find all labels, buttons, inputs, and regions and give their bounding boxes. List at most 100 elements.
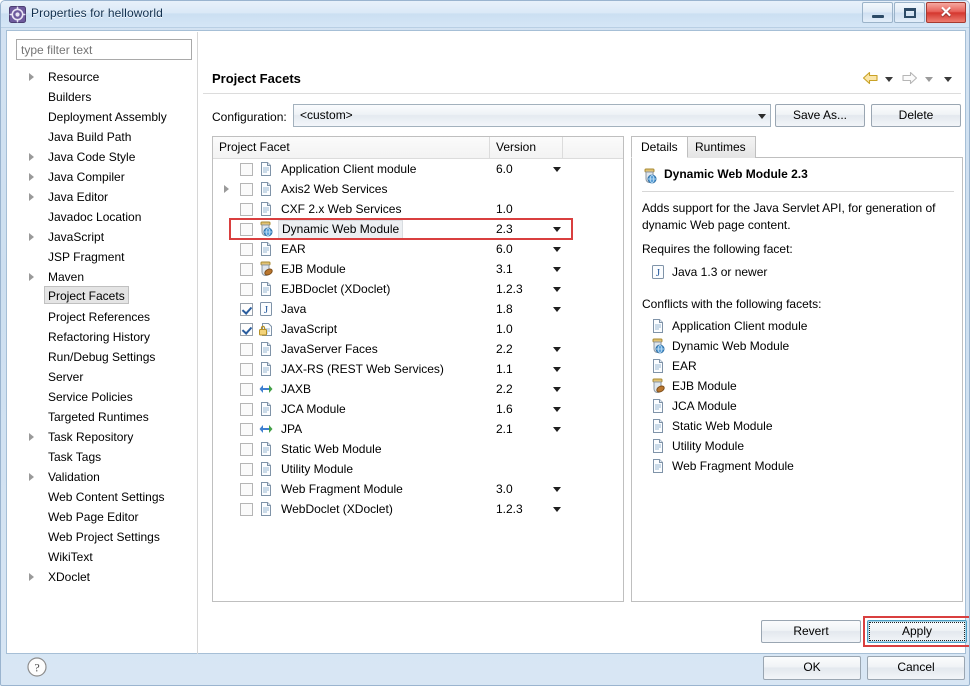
version-dropdown-icon[interactable]: [553, 307, 561, 312]
facet-checkbox[interactable]: [240, 363, 253, 376]
expand-arrow-icon[interactable]: [29, 73, 34, 81]
table-row[interactable]: Axis2 Web Services: [213, 179, 623, 199]
sidebar-item-java-code-style[interactable]: Java Code Style: [11, 147, 192, 167]
ok-button[interactable]: OK: [763, 656, 861, 680]
expand-arrow-icon[interactable]: [29, 193, 34, 201]
facet-checkbox[interactable]: [240, 383, 253, 396]
version-dropdown-icon[interactable]: [553, 247, 561, 252]
facet-checkbox[interactable]: [240, 243, 253, 256]
minimize-button[interactable]: [862, 2, 893, 23]
forward-history-dropdown-icon[interactable]: [924, 77, 933, 82]
version-dropdown-icon[interactable]: [553, 487, 561, 492]
table-row[interactable]: Web Fragment Module 3.0: [213, 479, 623, 499]
cancel-button[interactable]: Cancel: [867, 656, 965, 680]
back-history-dropdown-icon[interactable]: [884, 77, 893, 82]
table-row[interactable]: EAR 6.0: [213, 239, 623, 259]
project-facets-table[interactable]: Project Facet Version Application Client…: [212, 136, 624, 602]
sidebar-item-server[interactable]: Server: [11, 367, 192, 387]
facet-checkbox[interactable]: [240, 343, 253, 356]
facet-checkbox[interactable]: [240, 303, 253, 316]
sidebar-item-task-repository[interactable]: Task Repository: [11, 427, 192, 447]
sidebar-item-deployment-assembly[interactable]: Deployment Assembly: [11, 107, 192, 127]
expand-arrow-icon[interactable]: [29, 153, 34, 161]
sidebar-item-web-page-editor[interactable]: Web Page Editor: [11, 507, 192, 527]
sidebar-item-wikitext[interactable]: WikiText: [11, 547, 192, 567]
view-menu-icon[interactable]: [944, 77, 952, 82]
version-dropdown-icon[interactable]: [553, 387, 561, 392]
table-row[interactable]: EJBDoclet (XDoclet) 1.2.3: [213, 279, 623, 299]
sidebar-item-java-build-path[interactable]: Java Build Path: [11, 127, 192, 147]
back-arrow-icon[interactable]: [862, 71, 879, 88]
tab-runtimes[interactable]: Runtimes: [685, 136, 756, 158]
expand-arrow-icon[interactable]: [29, 573, 34, 581]
facet-checkbox[interactable]: [240, 443, 253, 456]
expand-arrow-icon[interactable]: [29, 433, 34, 441]
sidebar-item-web-content-settings[interactable]: Web Content Settings: [11, 487, 192, 507]
facet-checkbox[interactable]: [240, 263, 253, 276]
sidebar-item-java-compiler[interactable]: Java Compiler: [11, 167, 192, 187]
version-dropdown-icon[interactable]: [553, 347, 561, 352]
facet-checkbox[interactable]: [240, 163, 253, 176]
facet-checkbox[interactable]: [240, 183, 253, 196]
table-row[interactable]: JPA 2.1: [213, 419, 623, 439]
sidebar-item-service-policies[interactable]: Service Policies: [11, 387, 192, 407]
sidebar-item-refactoring-history[interactable]: Refactoring History: [11, 327, 192, 347]
tab-details[interactable]: Details: [631, 136, 688, 158]
table-row[interactable]: JCA Module 1.6: [213, 399, 623, 419]
facet-checkbox[interactable]: [240, 463, 253, 476]
save-as-button[interactable]: Save As...: [775, 104, 865, 127]
expand-arrow-icon[interactable]: [29, 473, 34, 481]
table-row[interactable]: JAX-RS (REST Web Services) 1.1: [213, 359, 623, 379]
sidebar-item-task-tags[interactable]: Task Tags: [11, 447, 192, 467]
delete-button[interactable]: Delete: [871, 104, 961, 127]
version-dropdown-icon[interactable]: [553, 427, 561, 432]
table-row[interactable]: Utility Module: [213, 459, 623, 479]
sidebar-item-java-editor[interactable]: Java Editor: [11, 187, 192, 207]
maximize-button[interactable]: [894, 2, 925, 23]
table-row[interactable]: J Java 1.8: [213, 299, 623, 319]
table-row[interactable]: JavaServer Faces 2.2: [213, 339, 623, 359]
version-dropdown-icon[interactable]: [553, 367, 561, 372]
sidebar-item-jsp-fragment[interactable]: JSP Fragment: [11, 247, 192, 267]
version-dropdown-icon[interactable]: [553, 227, 561, 232]
sidebar-item-targeted-runtimes[interactable]: Targeted Runtimes: [11, 407, 192, 427]
close-button[interactable]: ✕: [926, 2, 966, 23]
sidebar-item-run-debug-settings[interactable]: Run/Debug Settings: [11, 347, 192, 367]
sidebar-item-validation[interactable]: Validation: [11, 467, 192, 487]
table-row[interactable]: JavaScript 1.0: [213, 319, 623, 339]
version-dropdown-icon[interactable]: [553, 507, 561, 512]
sidebar-item-javascript[interactable]: JavaScript: [11, 227, 192, 247]
sidebar-item-project-facets[interactable]: Project Facets: [11, 286, 192, 307]
settings-navigation-tree[interactable]: Resource Builders Deployment Assembly Java …: [11, 67, 192, 632]
expand-arrow-icon[interactable]: [29, 173, 34, 181]
table-row[interactable]: WebDoclet (XDoclet) 1.2.3: [213, 499, 623, 519]
table-row[interactable]: JAXB 2.2: [213, 379, 623, 399]
version-dropdown-icon[interactable]: [553, 167, 561, 172]
sidebar-item-web-project-settings[interactable]: Web Project Settings: [11, 527, 192, 547]
sidebar-item-resource[interactable]: Resource: [11, 67, 192, 87]
revert-button[interactable]: Revert: [761, 620, 861, 643]
table-row[interactable]: Application Client module 6.0: [213, 159, 623, 179]
sidebar-item-project-references[interactable]: Project References: [11, 307, 192, 327]
sidebar-item-builders[interactable]: Builders: [11, 87, 192, 107]
facet-checkbox[interactable]: [240, 403, 253, 416]
expand-arrow-icon[interactable]: [29, 273, 34, 281]
facet-checkbox[interactable]: [240, 483, 253, 496]
version-dropdown-icon[interactable]: [553, 407, 561, 412]
table-row[interactable]: EJB Module 3.1: [213, 259, 623, 279]
sidebar-item-javadoc-location[interactable]: Javadoc Location: [11, 207, 192, 227]
expand-arrow-icon[interactable]: [29, 233, 34, 241]
filter-input[interactable]: [16, 39, 192, 60]
facet-checkbox[interactable]: [240, 503, 253, 516]
version-dropdown-icon[interactable]: [553, 267, 561, 272]
expand-arrow-icon[interactable]: [224, 185, 229, 193]
table-row[interactable]: Static Web Module: [213, 439, 623, 459]
facet-checkbox[interactable]: [240, 423, 253, 436]
facet-checkbox[interactable]: [240, 203, 253, 216]
facet-checkbox[interactable]: [240, 223, 253, 236]
facet-checkbox[interactable]: [240, 283, 253, 296]
apply-button[interactable]: Apply: [867, 620, 967, 643]
table-row[interactable]: CXF 2.x Web Services 1.0: [213, 199, 623, 219]
table-row[interactable]: Dynamic Web Module 2.3: [213, 219, 623, 239]
sidebar-item-xdoclet[interactable]: XDoclet: [11, 567, 192, 587]
